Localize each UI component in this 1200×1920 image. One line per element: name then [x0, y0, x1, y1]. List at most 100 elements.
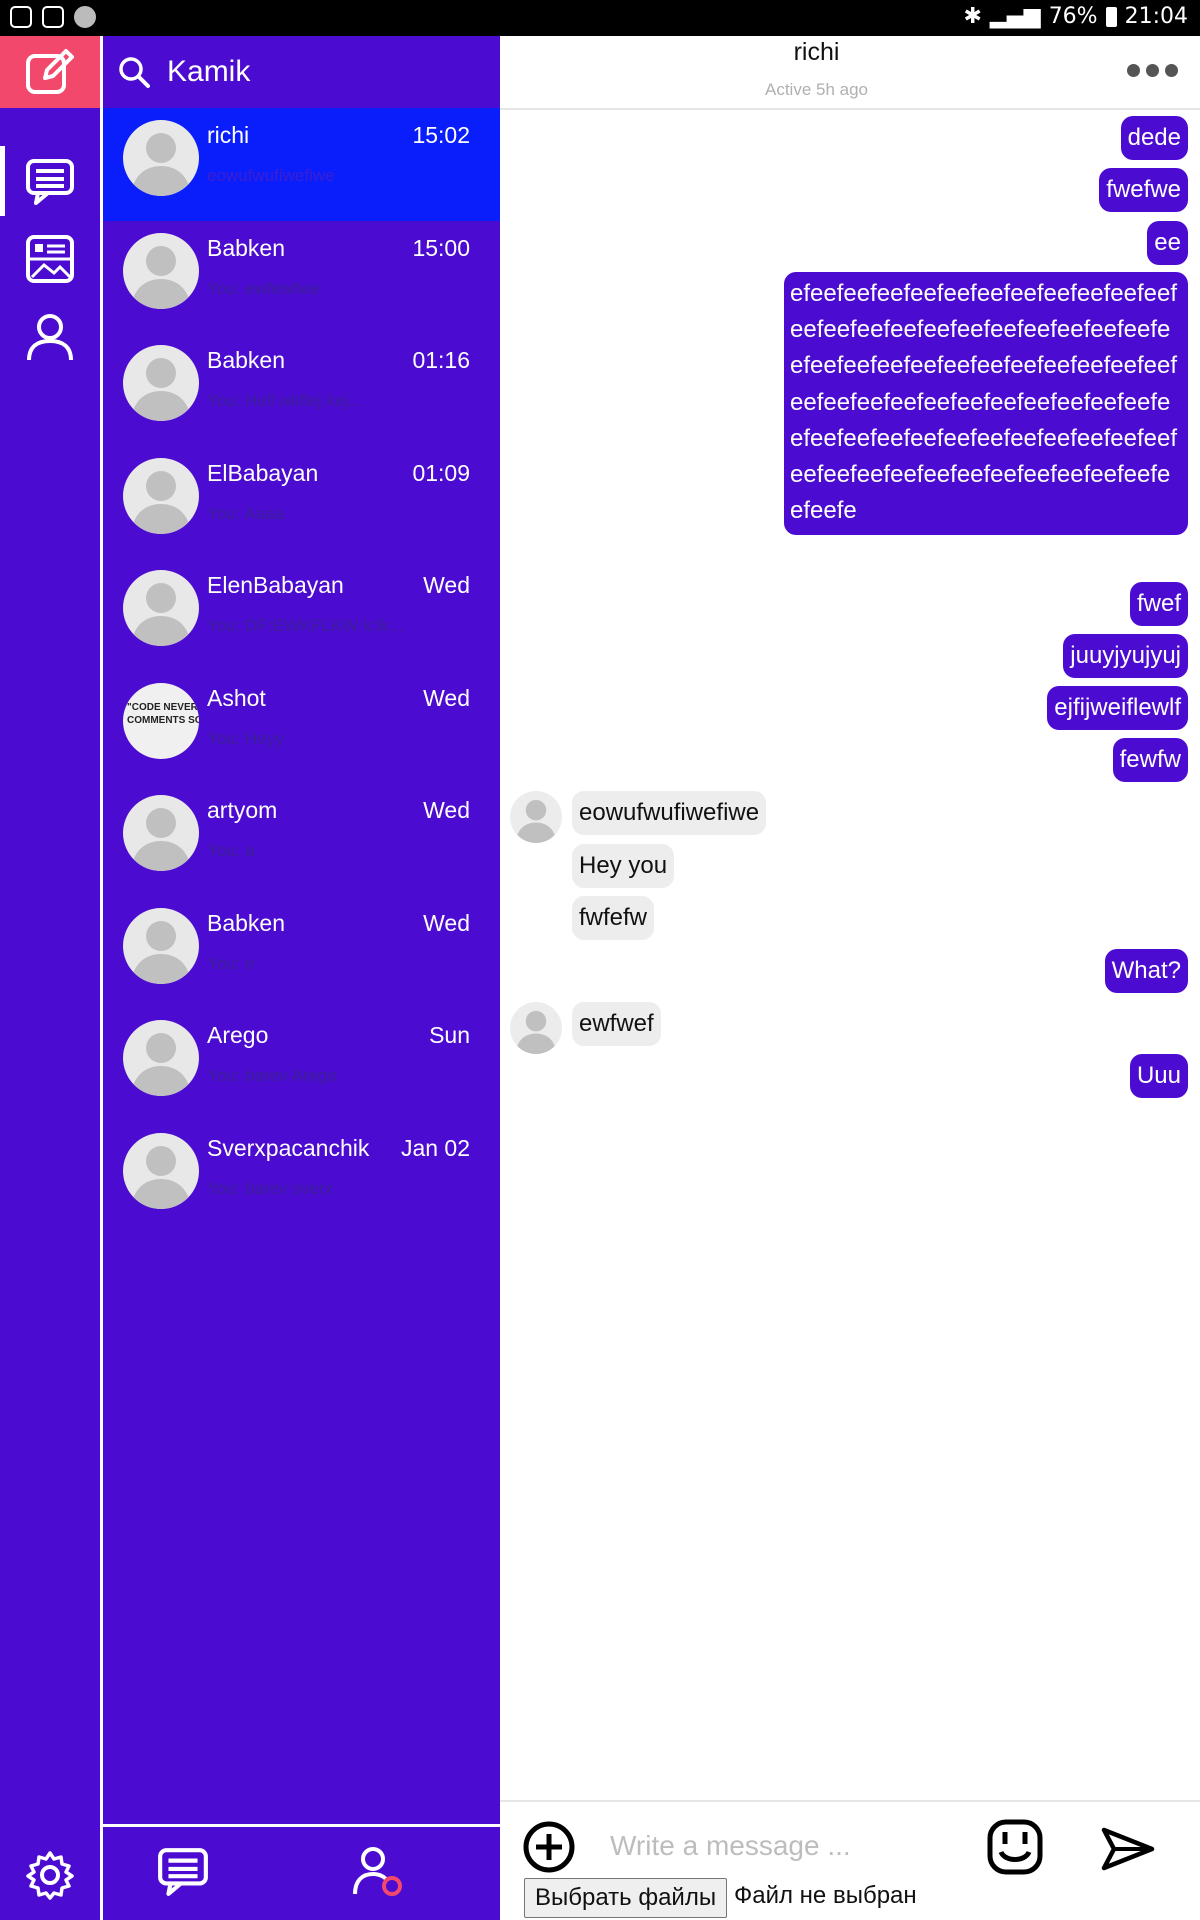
outgoing-message[interactable]: fewfw — [1112, 738, 1188, 782]
search-bar[interactable]: Kamik — [103, 36, 500, 108]
conversation-preview: You: e — [207, 953, 255, 973]
incoming-message[interactable]: eowufwufiwefiwe — [572, 791, 767, 835]
conversation-time: Wed — [423, 684, 470, 711]
outgoing-message[interactable]: efeefeefeefeefeefeefeefeefeefeefeefeefee… — [784, 272, 1188, 536]
more-options-button[interactable] — [1127, 64, 1178, 77]
conversation-time: 01:16 — [412, 347, 470, 373]
incoming-message[interactable]: fwfefw — [572, 896, 655, 940]
conversation-preview: You: Hell wkflej kej... — [207, 391, 363, 410]
conversation-preview: You: DF;EWKFLKW k;lk... — [207, 616, 403, 635]
search-label: Kamik — [167, 55, 251, 88]
bottom-nav-add-contact[interactable] — [348, 1841, 408, 1901]
avatar — [510, 1002, 562, 1054]
default-avatar-icon — [131, 470, 191, 534]
avatar — [123, 232, 199, 309]
rail-feed[interactable] — [0, 220, 100, 298]
conversation-item[interactable]: richi 15:02 eowufwufiwefiwe — [103, 108, 500, 221]
default-avatar-icon — [131, 1145, 191, 1209]
compose-button[interactable] — [0, 36, 100, 108]
conversation-name: Sverxpacanchik — [207, 1134, 370, 1161]
rail-chats[interactable] — [0, 142, 100, 220]
conversation-panel: Kamik richi 15:02 eowufwufiwefiwe Babken 15:… — [103, 36, 500, 1920]
conversation-time: 01:09 — [412, 459, 470, 486]
avatar — [123, 795, 199, 871]
conversation-item[interactable]: "CODE NEVER LICOMMENTS SOM Ashot Wed You: H… — [103, 671, 500, 784]
conversation-preview: You: ewfewfwe — [207, 278, 320, 298]
more-dot — [1127, 64, 1140, 77]
outgoing-message[interactable]: What? — [1104, 949, 1188, 993]
conversation-name: artyom — [207, 797, 278, 823]
send-icon[interactable] — [1100, 1822, 1156, 1876]
conversation-name: Babken — [207, 347, 286, 373]
outgoing-message[interactable]: dede — [1120, 116, 1188, 160]
conversation-item[interactable]: Sverxpacanchik Jan 02 You: barev sverx — [103, 1121, 500, 1234]
default-avatar-icon — [131, 1033, 191, 1096]
default-avatar-icon — [131, 920, 191, 984]
avatar — [123, 1132, 199, 1209]
signal-icon: ▂▄▆ — [989, 4, 1041, 29]
shazam-icon — [74, 6, 96, 28]
bottom-nav-chats[interactable] — [153, 1841, 213, 1901]
more-dot — [1165, 64, 1178, 77]
emoji-icon[interactable] — [986, 1818, 1044, 1876]
outgoing-message[interactable]: fwef — [1129, 582, 1188, 626]
conversation-time: 15:02 — [412, 122, 470, 148]
bottom-nav — [103, 1824, 500, 1920]
message-input[interactable] — [610, 1820, 950, 1872]
avatar — [123, 120, 199, 196]
conversation-item[interactable]: ElBabayan 01:09 You: Aaaa — [103, 446, 500, 559]
avatar — [123, 907, 199, 984]
composer: Выбрать файлы Файл не выбран — [500, 1800, 1200, 1920]
bluetooth-icon: ✱ — [963, 4, 982, 29]
conversation-item[interactable]: ElenBabayan Wed You: DF;EWKFLKW k;lk... — [103, 558, 500, 671]
user-add-icon — [353, 1847, 402, 1896]
conversation-item[interactable]: Babken 15:00 You: ewfewfwe — [103, 221, 500, 334]
avatar-caption: "CODE NEVER LICOMMENTS SOM — [127, 701, 199, 727]
conversation-item[interactable]: Babken Wed You: e — [103, 896, 500, 1009]
conversation-preview: You: a — [207, 841, 255, 860]
avatar — [510, 791, 562, 843]
rail-profile[interactable] — [0, 298, 100, 376]
outgoing-message[interactable]: ejfijweiflewlf — [1047, 686, 1188, 730]
default-avatar-icon — [515, 799, 557, 843]
outgoing-message[interactable]: Uuu — [1129, 1054, 1188, 1098]
conversation-preview: You: barev Arego — [207, 1066, 337, 1085]
search-icon — [119, 57, 150, 88]
compose-icon — [26, 49, 74, 94]
outgoing-message[interactable]: fwefwe — [1099, 168, 1188, 212]
conversation-name: Babken — [207, 234, 286, 261]
file-status: Файл не выбран — [734, 1882, 917, 1909]
conversation-name: Ashot — [207, 684, 266, 711]
battery-level: 76% — [1048, 4, 1098, 29]
incoming-message[interactable]: Hey you — [572, 844, 675, 888]
incoming-message[interactable]: ewfwef — [572, 1002, 661, 1046]
default-avatar-icon — [131, 245, 191, 309]
conversation-time: 15:00 — [412, 234, 470, 261]
conversation-item[interactable]: Arego Sun You: barev Arego — [103, 1008, 500, 1121]
chat-bubble-icon — [26, 159, 74, 205]
settings-button[interactable] — [0, 1836, 100, 1914]
avatar-caption-line: COMMENTS SOM — [127, 714, 199, 726]
choose-files-button[interactable]: Выбрать файлы — [524, 1878, 728, 1918]
conversation-item[interactable]: Babken 01:16 You: Hell wkflej kej... — [103, 333, 500, 446]
conversation-name: richi — [207, 122, 250, 148]
avatar — [123, 1020, 199, 1096]
outgoing-message[interactable]: juuyjyujyuj — [1063, 634, 1188, 678]
avatar — [123, 570, 199, 646]
conversation-preview: You: Heyy — [207, 728, 284, 748]
add-attachment-icon[interactable] — [522, 1820, 576, 1874]
status-bar: ✱ ▂▄▆ 76% 21:04 — [0, 0, 1200, 36]
clock: 21:04 — [1124, 4, 1188, 29]
conversation-time: Wed — [423, 909, 470, 936]
news-feed-icon — [26, 235, 74, 283]
outgoing-message[interactable]: ee — [1147, 221, 1188, 265]
avatar — [123, 457, 199, 534]
default-avatar-icon — [131, 808, 191, 871]
user-icon — [27, 314, 73, 361]
lock-icon — [42, 6, 64, 28]
conversation-item[interactable]: artyom Wed You: a — [103, 783, 500, 896]
conversation-name: ElBabayan — [207, 459, 319, 486]
conversation-name: Babken — [207, 909, 286, 936]
conversation-list: richi 15:02 eowufwufiwefiwe Babken 15:00 You:… — [103, 108, 500, 1233]
instagram-icon — [10, 6, 32, 28]
